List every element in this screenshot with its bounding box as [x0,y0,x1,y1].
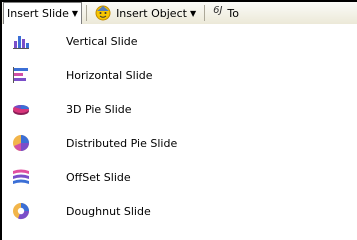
menu-item-distributed-pie-slide[interactable]: Distributed Pie Slide [2,126,357,160]
toolbar-separator [204,5,206,21]
menu-item-3d-pie-slide[interactable]: 3D Pie Slide [2,92,357,126]
insert-slide-menu: Vertical Slide Horizontal Slide 3D Pie S… [2,24,357,240]
text-formula-icon: 6J [213,5,223,16]
menu-item-label: OffSet Slide [66,170,131,184]
menu-item-label: 3D Pie Slide [66,102,132,116]
toolbar-truncated-button[interactable]: 6J To [209,3,243,23]
horizontal-bar-chart-icon [12,66,30,84]
insert-object-label: Insert Object [116,6,187,20]
offset-chart-icon [12,168,30,186]
insert-object-dropdown-button[interactable]: Insert Object ▼ [91,3,200,23]
toolbar: Insert Slide ▼ Insert Object ▼ 6J To [2,2,357,25]
smiley-object-icon [95,5,111,21]
insert-slide-dropdown-button[interactable]: Insert Slide ▼ [3,2,83,24]
menu-item-offset-slide[interactable]: OffSet Slide [2,160,357,194]
menu-item-label: Horizontal Slide [66,68,153,82]
chevron-down-icon: ▼ [71,9,79,18]
distributed-pie-chart-icon [12,134,30,152]
chevron-down-icon: ▼ [189,8,197,18]
vertical-bar-chart-icon [12,32,30,50]
toolbar-separator [86,5,88,21]
doughnut-chart-icon [12,202,30,220]
menu-item-vertical-slide[interactable]: Vertical Slide [2,24,357,58]
3d-pie-chart-icon [12,100,30,118]
menu-item-label: Doughnut Slide [66,204,151,218]
truncated-item-label: To [227,6,239,20]
menu-item-label: Vertical Slide [66,34,138,48]
insert-slide-label: Insert Slide [7,7,69,20]
menu-item-label: Distributed Pie Slide [66,136,178,150]
menu-item-horizontal-slide[interactable]: Horizontal Slide [2,58,357,92]
menu-item-doughnut-slide[interactable]: Doughnut Slide [2,194,357,228]
